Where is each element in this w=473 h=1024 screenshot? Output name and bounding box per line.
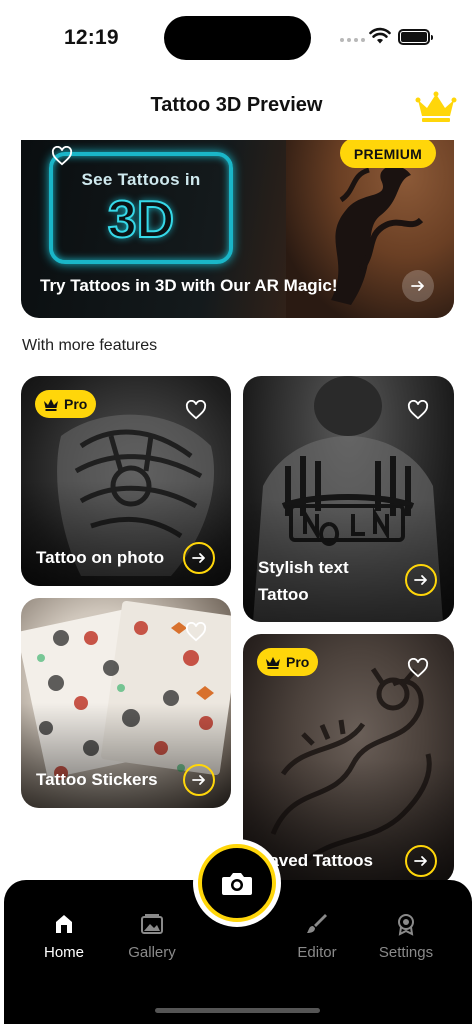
tab-gallery[interactable]: Gallery [107, 912, 197, 961]
arrow-right-icon [414, 575, 427, 585]
tab-home[interactable]: Home [19, 912, 109, 961]
card-title: Tattoo Stickers [36, 770, 158, 789]
page-title: Tattoo 3D Preview [150, 94, 323, 116]
crown-icon[interactable] [414, 90, 458, 124]
feature-card-stylish-text[interactable]: Stylish text Tattoo [243, 376, 454, 622]
banner-arrow-button[interactable] [402, 270, 434, 302]
card-title: Saved Tattoos [258, 851, 373, 870]
wifi-icon [369, 27, 391, 44]
neon-line-1: See Tattoos in [81, 170, 201, 189]
card-title-line-1: Stylish text [258, 558, 349, 577]
pro-badge-label: Pro [64, 396, 88, 412]
tab-label: Gallery [128, 944, 176, 961]
status-time: 12:19 [64, 26, 119, 49]
heart-icon[interactable] [185, 400, 207, 420]
signal-icon [340, 38, 365, 42]
gallery-icon [141, 914, 163, 934]
feature-card-tattoo-stickers[interactable]: Tattoo Stickers [21, 598, 231, 808]
heart-icon[interactable] [51, 146, 73, 166]
card-arrow-button[interactable] [405, 845, 437, 877]
heart-icon[interactable] [407, 658, 429, 678]
card-title-line-2: Tattoo [258, 585, 309, 604]
arrow-right-icon [414, 856, 427, 866]
arrow-right-icon [192, 775, 205, 785]
pro-badge: Pro [257, 648, 319, 676]
battery-icon [398, 29, 433, 45]
tab-label: Editor [297, 944, 337, 961]
camera-icon [222, 873, 252, 895]
header: Tattoo 3D Preview [0, 80, 473, 136]
section-label: With more features [22, 337, 158, 354]
heart-icon[interactable] [407, 400, 429, 420]
neon-line-2: 3D [107, 190, 175, 250]
feature-card-saved-tattoos[interactable]: Pro Saved Tattoos [243, 634, 454, 884]
dynamic-island [164, 16, 311, 60]
brush-icon [307, 914, 327, 933]
feature-card-tattoo-on-photo[interactable]: Pro Tattoo on photo [21, 376, 231, 586]
banner-caption: Try Tattoos in 3D with Our AR Magic! [40, 276, 338, 295]
camera-button[interactable] [198, 844, 276, 922]
card-arrow-button[interactable] [183, 764, 215, 796]
arrow-right-icon [411, 281, 424, 291]
home-icon [56, 915, 72, 933]
crown-icon [44, 398, 58, 411]
ar-preview-banner[interactable]: See Tattoos in 3D PREMIUM Try Tattoos in… [21, 140, 454, 318]
card-title: Tattoo on photo [36, 548, 165, 567]
status-bar: 12:19 [0, 0, 473, 78]
heart-icon[interactable] [185, 622, 207, 642]
premium-badge: PREMIUM [340, 140, 436, 168]
home-indicator [155, 1008, 320, 1013]
tab-label: Home [43, 944, 84, 961]
neon-3d-sign: See Tattoos in 3D [49, 152, 233, 264]
pro-badge-label: Pro [286, 654, 310, 670]
crown-icon [266, 656, 280, 669]
pro-badge: Pro [35, 390, 97, 418]
card-arrow-button[interactable] [183, 542, 215, 574]
tab-settings[interactable]: Settings [361, 912, 451, 961]
tab-editor[interactable]: Editor [272, 912, 362, 961]
tab-label: Settings [378, 944, 434, 961]
arrow-right-icon [192, 553, 205, 563]
badge-icon [398, 914, 414, 936]
card-arrow-button[interactable] [405, 564, 437, 596]
